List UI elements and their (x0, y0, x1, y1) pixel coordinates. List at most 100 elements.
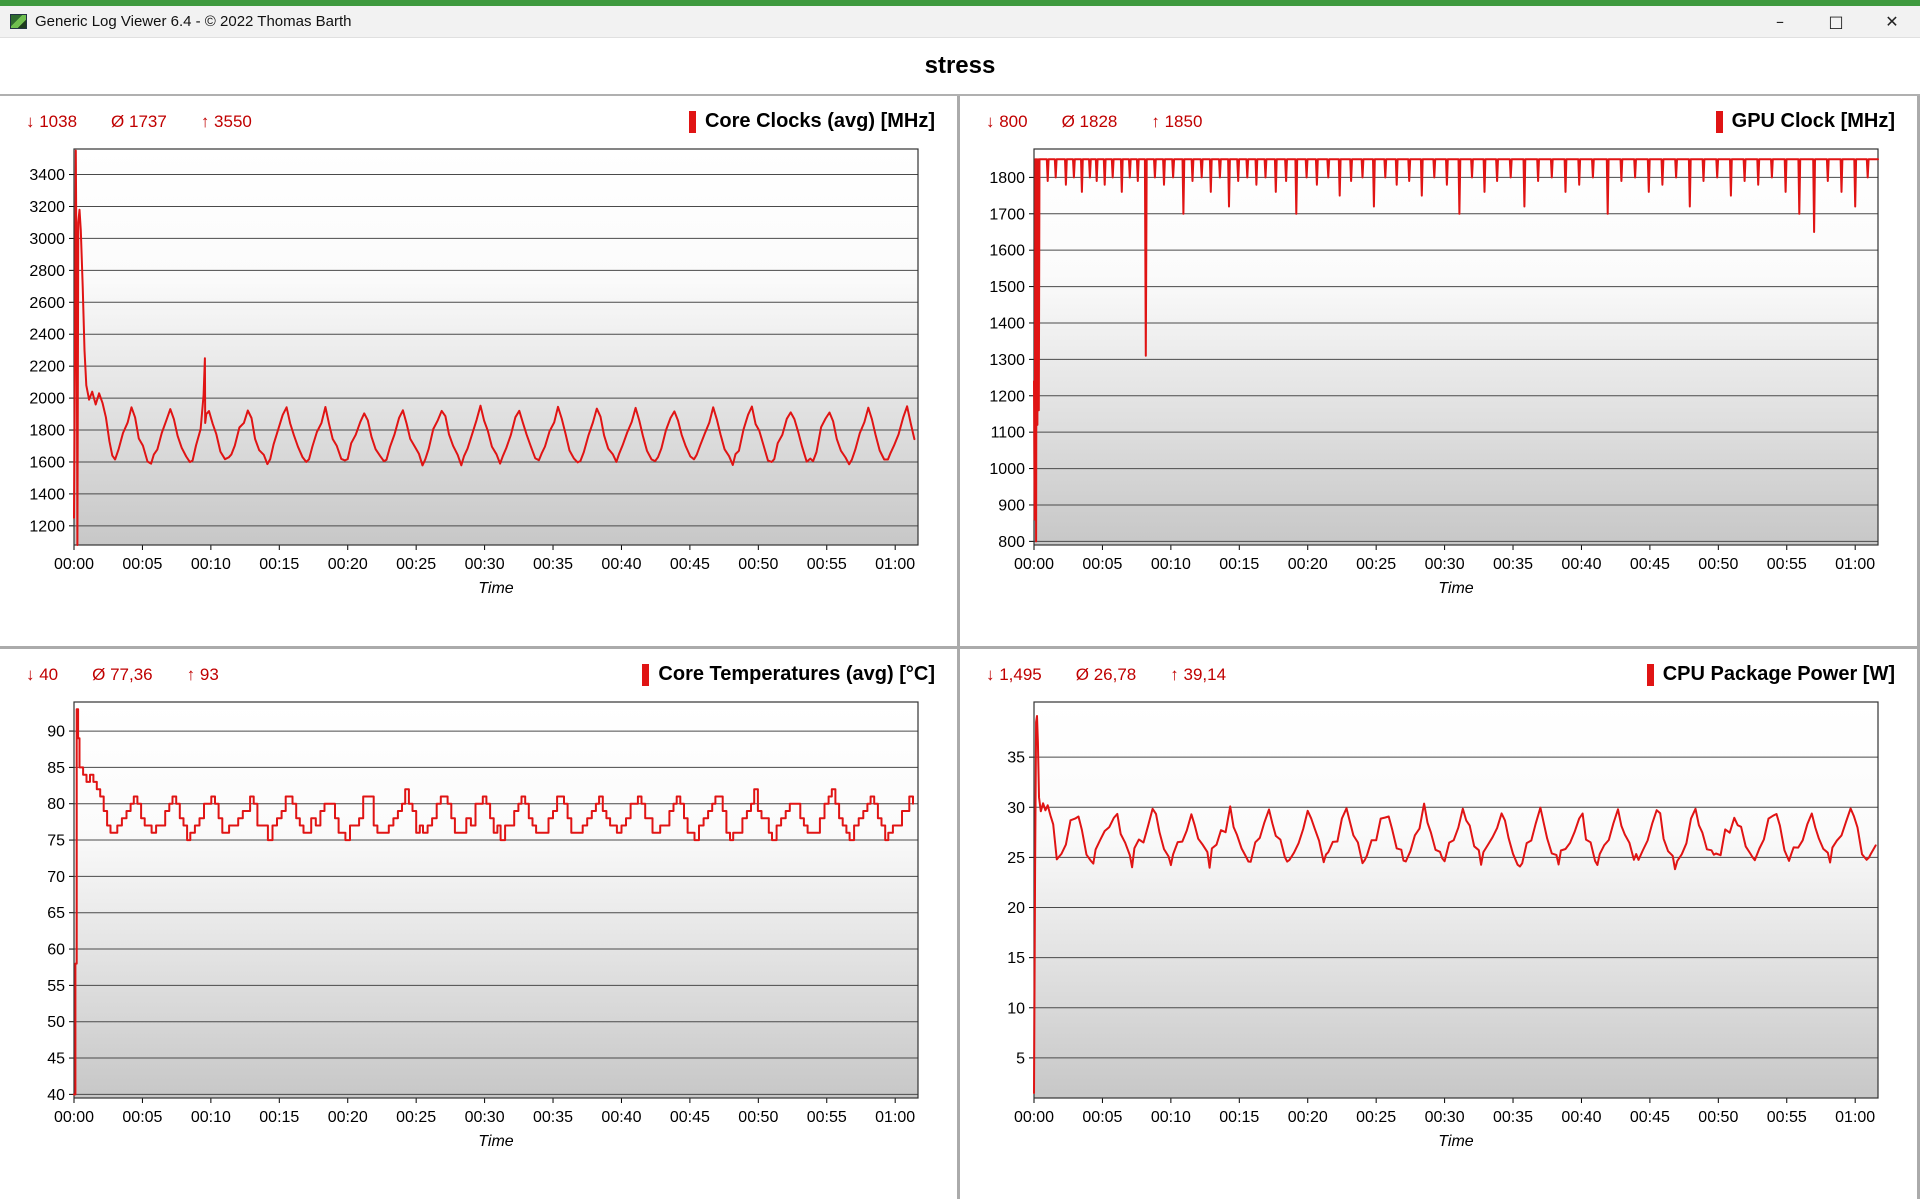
chart-cpu-package-power: 510152025303500:0000:0500:1000:1500:2000… (970, 692, 1900, 1154)
stat-min: ↓ 1038 (26, 112, 77, 132)
stat-max: ↑ 1850 (1151, 112, 1202, 132)
svg-text:60: 60 (47, 942, 65, 959)
svg-text:75: 75 (47, 833, 65, 850)
svg-text:00:45: 00:45 (670, 1109, 710, 1126)
svg-text:00:00: 00:00 (54, 556, 94, 573)
svg-text:00:35: 00:35 (533, 1109, 573, 1126)
svg-text:00:30: 00:30 (1425, 1109, 1465, 1126)
svg-text:00:50: 00:50 (1698, 556, 1738, 573)
svg-text:Time: Time (1438, 580, 1474, 597)
svg-text:3200: 3200 (29, 199, 65, 216)
close-button[interactable]: ✕ (1864, 6, 1920, 37)
svg-text:00:20: 00:20 (328, 556, 368, 573)
svg-text:1000: 1000 (989, 461, 1025, 478)
stats-row: ↓ 800 Ø 1828 ↑ 1850 (986, 112, 1202, 132)
page-header: stress (0, 38, 1920, 94)
legend-color-bar (1716, 111, 1723, 133)
svg-text:00:20: 00:20 (1288, 556, 1328, 573)
svg-text:00:15: 00:15 (259, 556, 299, 573)
svg-text:00:10: 00:10 (1151, 1109, 1191, 1126)
svg-text:00:50: 00:50 (1698, 1109, 1738, 1126)
stat-max: ↑ 3550 (201, 112, 252, 132)
stat-avg: Ø 1737 (111, 112, 167, 132)
stat-min: ↓ 40 (26, 665, 58, 685)
svg-text:00:15: 00:15 (1219, 556, 1259, 573)
svg-text:00:55: 00:55 (1767, 1109, 1807, 1126)
svg-text:1400: 1400 (29, 486, 65, 503)
svg-text:00:25: 00:25 (396, 556, 436, 573)
svg-text:35: 35 (1007, 750, 1025, 767)
titlebar[interactable]: Generic Log Viewer 6.4 - © 2022 Thomas B… (0, 6, 1920, 38)
svg-text:1600: 1600 (989, 243, 1025, 260)
chart-title-wrap: CPU Package Power [W] (1647, 663, 1895, 686)
stats-row: ↓ 1,495 Ø 26,78 ↑ 39,14 (986, 665, 1226, 685)
svg-text:00:45: 00:45 (1630, 1109, 1670, 1126)
stat-avg: Ø 77,36 (92, 665, 153, 685)
svg-text:00:40: 00:40 (1561, 1109, 1601, 1126)
stats-row: ↓ 40 Ø 77,36 ↑ 93 (26, 665, 219, 685)
svg-text:00:00: 00:00 (1014, 1109, 1054, 1126)
stat-avg: Ø 1828 (1062, 112, 1118, 132)
svg-text:30: 30 (1007, 800, 1025, 817)
svg-text:01:00: 01:00 (1835, 1109, 1875, 1126)
svg-text:900: 900 (998, 497, 1025, 514)
svg-text:Time: Time (1438, 1133, 1474, 1150)
chart-core-clocks: 1200140016001800200022002400260028003000… (10, 139, 940, 601)
panel-header: ↓ 1,495 Ø 26,78 ↑ 39,14 CPU Package Powe… (970, 661, 1907, 692)
svg-text:5: 5 (1016, 1050, 1025, 1067)
window-controls: – □ ✕ (1752, 6, 1920, 37)
svg-text:2600: 2600 (29, 295, 65, 312)
stat-max: ↑ 39,14 (1170, 665, 1226, 685)
chart-title-wrap: GPU Clock [MHz] (1716, 110, 1895, 133)
svg-text:00:55: 00:55 (807, 556, 847, 573)
svg-text:00:05: 00:05 (1082, 1109, 1122, 1126)
chart-title: Core Clocks (avg) [MHz] (705, 110, 935, 133)
svg-text:90: 90 (47, 724, 65, 741)
svg-text:00:35: 00:35 (1493, 556, 1533, 573)
svg-text:25: 25 (1007, 850, 1025, 867)
svg-text:2400: 2400 (29, 327, 65, 344)
svg-text:55: 55 (47, 978, 65, 995)
svg-text:00:40: 00:40 (601, 556, 641, 573)
chart-title-wrap: Core Clocks (avg) [MHz] (689, 110, 935, 133)
minimize-button[interactable]: – (1752, 6, 1808, 37)
svg-text:00:30: 00:30 (1425, 556, 1465, 573)
svg-text:70: 70 (47, 869, 65, 886)
svg-text:15: 15 (1007, 950, 1025, 967)
chart-gpu-clock: 8009001000110012001300140015001600170018… (970, 139, 1900, 601)
svg-text:1400: 1400 (989, 315, 1025, 332)
svg-text:00:50: 00:50 (738, 556, 778, 573)
chart-panel-cpu-package-power: ↓ 1,495 Ø 26,78 ↑ 39,14 CPU Package Powe… (960, 649, 1917, 1199)
stat-avg: Ø 26,78 (1076, 665, 1137, 685)
svg-text:1800: 1800 (29, 423, 65, 440)
svg-text:1200: 1200 (989, 388, 1025, 405)
svg-text:00:25: 00:25 (1356, 1109, 1396, 1126)
svg-text:00:15: 00:15 (259, 1109, 299, 1126)
svg-text:3400: 3400 (29, 167, 65, 184)
chart-title: GPU Clock [MHz] (1732, 110, 1895, 133)
svg-text:2800: 2800 (29, 263, 65, 280)
chart-title-wrap: Core Temperatures (avg) [°C] (642, 663, 935, 686)
svg-text:Time: Time (478, 580, 514, 597)
svg-text:00:40: 00:40 (601, 1109, 641, 1126)
charts-grid: ↓ 1038 Ø 1737 ↑ 3550 Core Clocks (avg) [… (0, 94, 1920, 1199)
chart-title: Core Temperatures (avg) [°C] (658, 663, 935, 686)
svg-text:00:10: 00:10 (191, 556, 231, 573)
svg-text:00:30: 00:30 (465, 556, 505, 573)
svg-text:01:00: 01:00 (875, 556, 915, 573)
svg-text:00:30: 00:30 (465, 1109, 505, 1126)
svg-text:1300: 1300 (989, 352, 1025, 369)
svg-text:00:35: 00:35 (1493, 1109, 1533, 1126)
svg-text:00:40: 00:40 (1561, 556, 1601, 573)
svg-text:80: 80 (47, 796, 65, 813)
svg-text:00:20: 00:20 (1288, 1109, 1328, 1126)
stat-min: ↓ 800 (986, 112, 1028, 132)
svg-text:00:55: 00:55 (807, 1109, 847, 1126)
svg-text:00:10: 00:10 (191, 1109, 231, 1126)
svg-text:00:45: 00:45 (1630, 556, 1670, 573)
svg-text:1100: 1100 (991, 425, 1026, 442)
svg-text:00:20: 00:20 (328, 1109, 368, 1126)
svg-text:20: 20 (1007, 900, 1025, 917)
svg-text:00:05: 00:05 (122, 556, 162, 573)
maximize-button[interactable]: □ (1808, 6, 1864, 37)
